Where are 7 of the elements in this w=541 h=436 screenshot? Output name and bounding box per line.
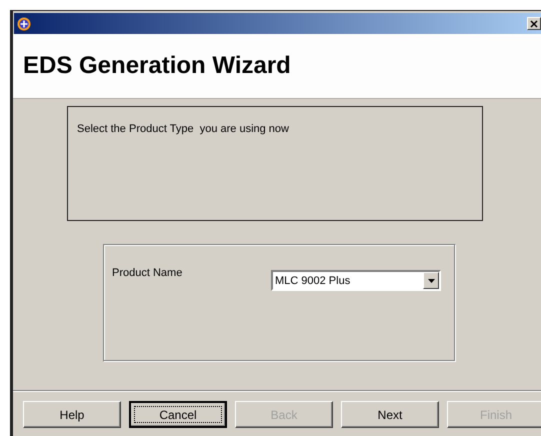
product-dropdown[interactable]: MLC 9002 Plus (271, 270, 441, 291)
product-name-label: Product Name (112, 267, 182, 279)
wizard-heading: EDS Generation Wizard (23, 52, 291, 80)
instruction-text: Select the Product Type you are using now (77, 123, 289, 135)
wizard-button[interactable]: Next (341, 401, 439, 428)
wizard-button[interactable]: Cancel (129, 401, 227, 428)
wizard-button[interactable]: Help (23, 401, 121, 428)
